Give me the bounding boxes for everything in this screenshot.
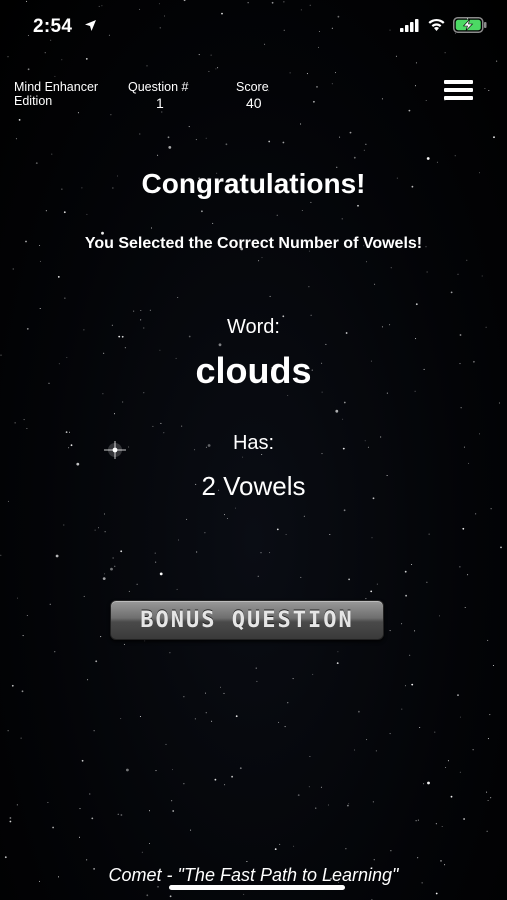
vowel-count: 2 Vowels: [201, 471, 306, 501]
score-value: 40: [246, 95, 262, 111]
has-label: Has:: [232, 432, 275, 454]
wifi-icon: [428, 18, 445, 31]
app-screen: 2:54 Mind Enhancer Edition Question # 1 …: [0, 0, 507, 900]
score-label: Score: [236, 80, 269, 94]
location-arrow-icon: [85, 20, 96, 31]
signal-icon: [400, 19, 419, 32]
edition-label: Mind Enhancer Edition: [14, 80, 99, 108]
word-label: Word:: [227, 316, 280, 338]
question-number-value: 1: [156, 95, 164, 111]
word-value: clouds: [195, 350, 312, 391]
status-time: 2:54: [33, 16, 73, 37]
hamburger-menu-icon[interactable]: [444, 80, 473, 102]
congratulations-title: Congratulations!: [141, 168, 366, 199]
result-message-text: You Selected the Correct Number of Vowel…: [84, 235, 423, 252]
footer-tagline: Comet - "The Fast Path to Learning": [108, 865, 399, 885]
battery-charging-icon: [453, 17, 487, 33]
result-message: You Selected the Correct Number of Vowel…: [0, 234, 507, 254]
question-number-label: Question #: [128, 80, 189, 94]
bonus-question-button[interactable]: BONUS QUESTION: [110, 600, 384, 640]
home-indicator[interactable]: [169, 885, 345, 890]
